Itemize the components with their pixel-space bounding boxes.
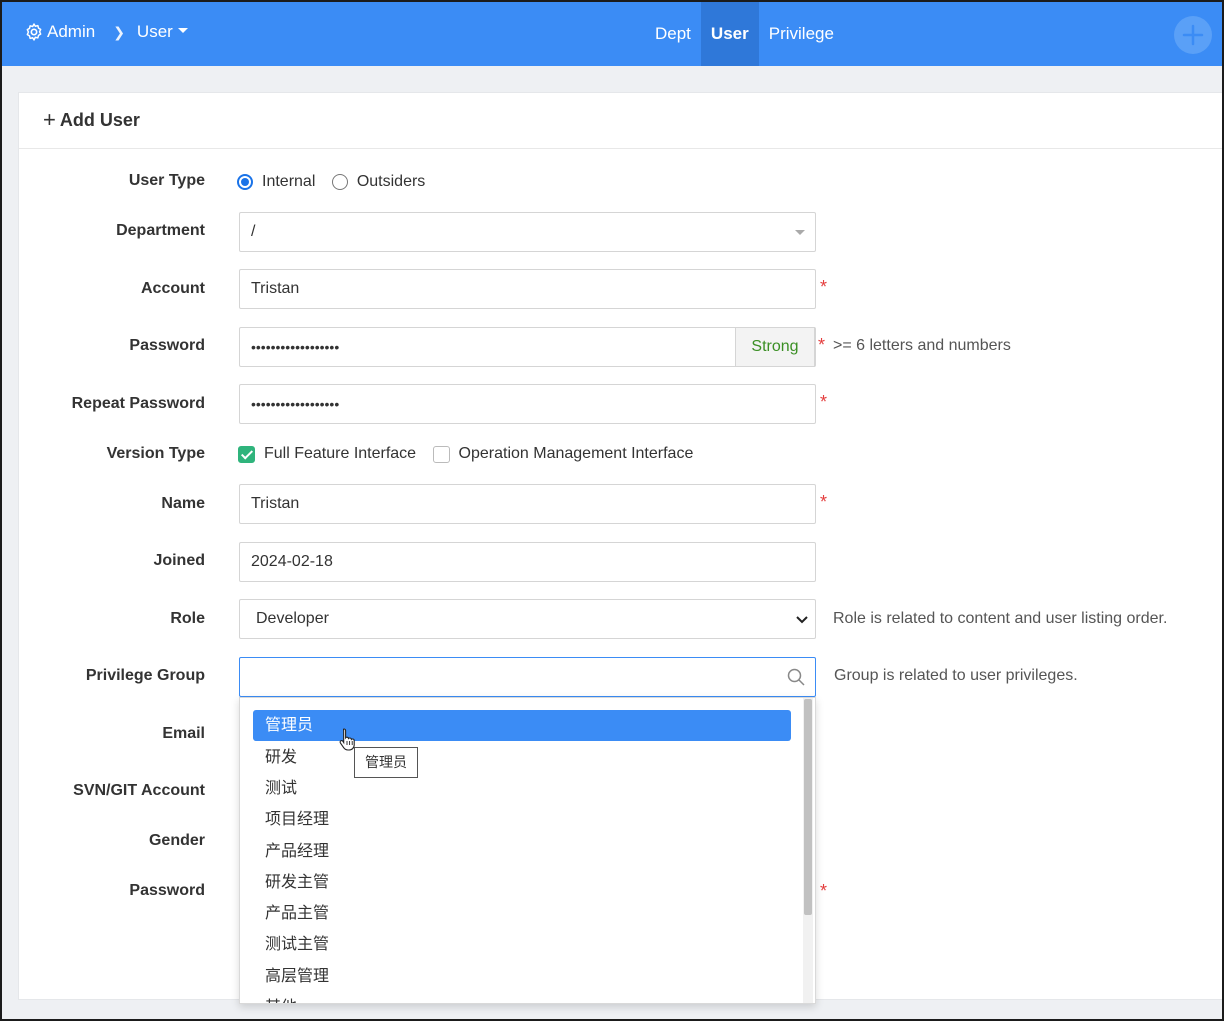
label-department: Department <box>116 222 205 239</box>
user-type-radios: Internal Outsiders <box>237 173 437 195</box>
required-mark: * <box>820 392 828 412</box>
row-account: Account Tristan * <box>2 269 1202 309</box>
row-password: Password •••••••••••••••••• Strong * >= … <box>2 327 1202 367</box>
department-select[interactable]: / <box>239 212 816 252</box>
card-title: Add User <box>59 110 140 130</box>
label-role: Role <box>170 610 205 627</box>
caret-down-icon <box>795 230 805 235</box>
caret-down-icon[interactable] <box>177 27 188 33</box>
hand-cursor-icon <box>339 728 355 751</box>
row-repeat-password: Repeat Password •••••••••••••••••• * <box>2 384 1202 424</box>
label-privilege-group: Privilege Group <box>85 667 205 684</box>
dropdown-option[interactable]: 研发 <box>253 742 791 773</box>
privilege-group-dropdown: 管理员 研发 测试 项目经理 产品经理 研发主管 产品主管 测试主管 高层管理 … <box>239 697 816 1004</box>
account-input[interactable]: Tristan <box>239 269 816 309</box>
app-window: Admin ❯ User Dept User Privilege + Add U… <box>0 0 1224 1021</box>
card-header: + Add User <box>19 93 1222 149</box>
label-joined: Joined <box>153 552 205 569</box>
required-mark: * <box>820 492 828 512</box>
label-repeat-password: Repeat Password <box>71 395 205 412</box>
joined-date-input[interactable]: 2024-02-18 <box>239 542 816 582</box>
row-department: Department / <box>2 212 1202 252</box>
add-button[interactable] <box>1174 16 1212 54</box>
row-name: Name Tristan * <box>2 484 1202 524</box>
row-joined: Joined 2024-02-18 <box>2 542 1202 582</box>
repeat-password-input[interactable]: •••••••••••••••••• <box>239 384 816 424</box>
row-privilege-group: Privilege Group Group is related to user… <box>2 657 1202 697</box>
password-hint: >= 6 letters and numbers <box>833 337 1011 354</box>
label-svn-git: SVN/GIT Account <box>73 782 205 799</box>
role-select[interactable]: Developer <box>239 599 816 639</box>
nav-dept[interactable]: Dept <box>645 2 701 66</box>
label-account: Account <box>141 280 205 297</box>
dropdown-option[interactable]: 管理员 <box>253 710 791 741</box>
radio-outsiders[interactable]: Outsiders <box>331 173 425 191</box>
required-mark: * <box>820 277 828 297</box>
dropdown-option[interactable]: 高层管理 <box>253 961 791 992</box>
top-nav: Dept User Privilege <box>645 2 844 66</box>
dropdown-option[interactable]: 测试 <box>253 773 791 804</box>
privilege-group-hint: Group is related to user privileges. <box>834 667 1078 684</box>
dropdown-option[interactable]: 其他 <box>253 992 791 1003</box>
dropdown-scrollbar[interactable] <box>803 698 813 1003</box>
dropdown-option[interactable]: 产品主管 <box>253 898 791 929</box>
gear-icon <box>26 23 42 41</box>
chevron-down-icon <box>796 616 808 624</box>
checkbox-operation-management[interactable]: Operation Management Interface <box>432 445 693 463</box>
version-type-checkboxes: Full Feature Interface Operation Managem… <box>238 445 705 468</box>
breadcrumb-admin[interactable]: Admin <box>47 22 95 42</box>
privilege-group-search[interactable] <box>239 657 816 697</box>
option-tooltip: 管理员 <box>354 747 418 778</box>
row-role: Role Developer Role is related to conten… <box>2 599 1202 639</box>
nav-user[interactable]: User <box>700 2 759 66</box>
dropdown-option[interactable]: 产品经理 <box>253 836 791 867</box>
dropdown-option[interactable]: 测试主管 <box>253 929 791 960</box>
label-gender: Gender <box>148 832 205 849</box>
plus-icon: + <box>43 106 56 132</box>
breadcrumb: Admin ❯ User <box>24 22 188 42</box>
label-version-type: Version Type <box>106 445 205 462</box>
role-hint: Role is related to content and user list… <box>833 610 1168 627</box>
label-name: Name <box>161 495 205 512</box>
dropdown-option[interactable]: 项目经理 <box>253 804 791 835</box>
password-strength: Strong <box>735 327 815 367</box>
nav-privilege[interactable]: Privilege <box>759 2 844 66</box>
breadcrumb-user[interactable]: User <box>137 22 173 42</box>
chevron-right-icon: ❯ <box>113 23 125 40</box>
required-mark: * <box>818 335 826 355</box>
label-password: Password <box>129 337 205 354</box>
plus-icon <box>1182 24 1204 46</box>
required-mark: * <box>820 881 828 901</box>
scrollbar-thumb[interactable] <box>804 699 812 915</box>
dropdown-option[interactable]: 研发主管 <box>253 867 791 898</box>
label-verify-password: Password <box>129 882 205 899</box>
checkbox-full-feature[interactable]: Full Feature Interface <box>238 445 416 463</box>
radio-internal[interactable]: Internal <box>237 173 315 191</box>
password-input[interactable]: •••••••••••••••••• Strong <box>239 327 816 367</box>
name-input[interactable]: Tristan <box>239 484 816 524</box>
top-bar: Admin ❯ User Dept User Privilege <box>2 2 1222 66</box>
search-icon <box>787 668 805 686</box>
label-email: Email <box>162 725 205 742</box>
label-user-type: User Type <box>128 172 205 189</box>
